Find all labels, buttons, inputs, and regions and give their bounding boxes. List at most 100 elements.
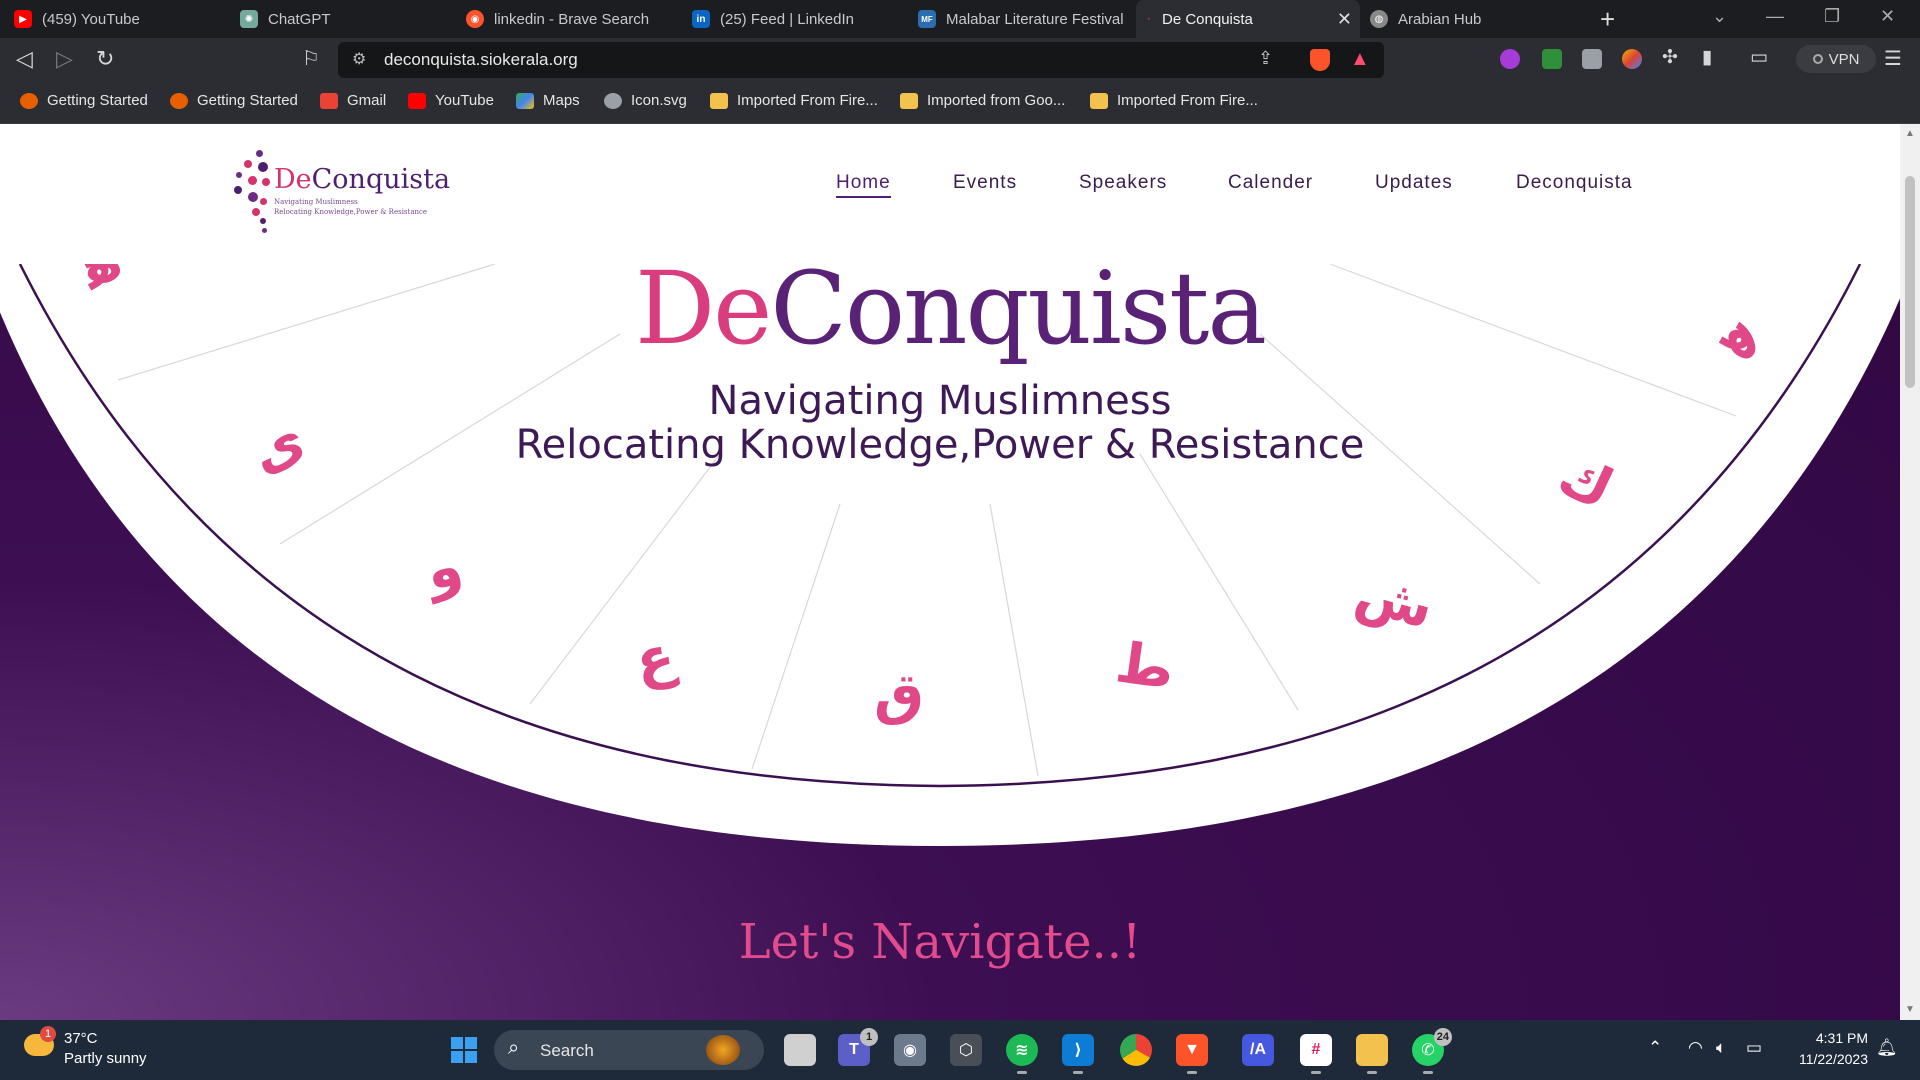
teams-icon[interactable]: T1 xyxy=(838,1028,878,1066)
hero-title: DeConquista xyxy=(0,250,1900,367)
sidebar-icon[interactable]: ▮ xyxy=(1702,46,1712,69)
site-logo[interactable]: DeConquista Navigating Muslimness Reloca… xyxy=(230,150,450,240)
forward-button[interactable]: ▷ xyxy=(56,46,73,72)
logo-rest: Conquista xyxy=(311,164,451,195)
tab-list-chevron-icon[interactable]: ⌄ xyxy=(1712,6,1727,27)
search-highlight-icon xyxy=(706,1035,740,1065)
file-explorer-icon[interactable] xyxy=(1356,1034,1388,1074)
taskbar-search[interactable]: ⌕ Search xyxy=(494,1030,764,1070)
weather-temp: 37°C xyxy=(64,1030,98,1047)
site-settings-icon[interactable]: ⚙ xyxy=(352,49,366,69)
notification-badge: 1 xyxy=(860,1028,878,1046)
tab-malabar[interactable]: MF Malabar Literature Festival xyxy=(918,0,1128,38)
tab-youtube[interactable]: ▶ (459) YouTube xyxy=(14,0,234,38)
logo-dot xyxy=(234,186,242,194)
nav-home[interactable]: Home xyxy=(836,172,891,198)
clock-date[interactable]: 11/22/2023 xyxy=(1799,1051,1868,1067)
logo-dot xyxy=(244,160,252,168)
whatsapp-icon[interactable]: ✆ 24 xyxy=(1412,1028,1452,1074)
bookmark-maps[interactable]: Maps xyxy=(516,92,580,109)
nav-speakers[interactable]: Speakers xyxy=(1079,172,1167,194)
extension-icon[interactable] xyxy=(1500,49,1520,69)
nav-events[interactable]: Events xyxy=(953,172,1017,194)
start-button[interactable] xyxy=(448,1034,480,1066)
logo-subtitle: Relocating Knowledge,Power & Resistance xyxy=(274,208,428,216)
hero-title-rest: Conquista xyxy=(770,250,1267,367)
bookmark-gmail[interactable]: Gmail xyxy=(320,92,386,109)
nav-calender[interactable]: Calender xyxy=(1228,172,1313,194)
address-bar[interactable]: ⚙ deconquista.siokerala.org ⇪ ▲ xyxy=(338,42,1384,78)
share-icon[interactable]: ⇪ xyxy=(1258,48,1273,69)
logo-dot xyxy=(260,218,266,224)
tab-deconquista[interactable]: · De Conquista ✕ xyxy=(1136,0,1360,38)
hero-tagline: Relocating Knowledge,Power & Resistance xyxy=(515,422,1365,468)
bookmark-label: Imported From Fire... xyxy=(737,92,878,109)
nav-updates[interactable]: Updates xyxy=(1375,172,1453,194)
bookmark-icon[interactable]: ⚐ xyxy=(302,46,320,71)
bookmark-getting-started[interactable]: Getting Started xyxy=(20,92,148,109)
puzzle-icon[interactable]: ✣ xyxy=(1662,46,1678,69)
scroll-thumb[interactable] xyxy=(1905,176,1915,388)
camera-icon[interactable]: ◉ xyxy=(894,1034,926,1066)
scroll-up-icon[interactable]: ▲ xyxy=(1905,128,1915,139)
spotify-icon[interactable]: ≋ xyxy=(1006,1034,1038,1074)
task-view-icon[interactable] xyxy=(784,1034,816,1066)
slack-icon[interactable]: # xyxy=(1300,1034,1332,1074)
bookmark-folder[interactable]: Imported From Fire... xyxy=(710,92,878,109)
notification-bell-icon[interactable]: 🔔︎ xyxy=(1876,1038,1898,1058)
vscode-icon[interactable]: ⟩ xyxy=(1062,1034,1094,1074)
color-extension-icon[interactable] xyxy=(1622,49,1642,69)
logo-subtitle: Navigating Muslimness xyxy=(274,198,358,206)
brave-rewards-icon[interactable]: ▲ xyxy=(1350,48,1370,71)
notification-badge: 24 xyxy=(1433,1028,1452,1046)
close-window-button[interactable]: ✕ xyxy=(1880,6,1895,27)
bookmark-folder[interactable]: Imported from Goo... xyxy=(900,92,1065,109)
brave-search-icon: ◉ xyxy=(466,10,484,28)
page-scrollbar[interactable]: ▲ ▼ xyxy=(1900,124,1920,1020)
firefox-icon xyxy=(20,92,38,109)
close-tab-icon[interactable]: ✕ xyxy=(1337,9,1352,30)
tab-arabian-hub[interactable]: ◍ Arabian Hub xyxy=(1370,0,1570,38)
bookmark-youtube[interactable]: YouTube xyxy=(408,92,494,109)
logo-dot xyxy=(248,192,258,202)
minimize-button[interactable]: — xyxy=(1766,6,1784,27)
restore-button[interactable]: ❐ xyxy=(1824,6,1840,27)
volume-icon[interactable]: 🔈︎ xyxy=(1716,1038,1726,1058)
reload-button[interactable]: ↻ xyxy=(96,46,114,72)
clock-time[interactable]: 4:31 PM xyxy=(1816,1030,1868,1046)
tab-brave-search[interactable]: ◉ linkedin - Brave Search xyxy=(466,0,686,38)
tab-title: Malabar Literature Festival xyxy=(946,10,1124,28)
back-button[interactable]: ◁ xyxy=(16,46,33,72)
folder-icon xyxy=(1090,92,1108,109)
show-hidden-icons-chevron-icon[interactable]: ⌃ xyxy=(1648,1038,1662,1058)
new-tab-button[interactable]: + xyxy=(1600,4,1615,35)
battery-icon[interactable]: ▭ xyxy=(1746,1038,1762,1058)
youtube-icon xyxy=(408,92,426,109)
brave-icon[interactable]: ▼ xyxy=(1176,1034,1208,1074)
bookmark-label: Maps xyxy=(543,92,580,109)
camera-extension-icon[interactable] xyxy=(1582,49,1602,69)
bookmark-icon-svg[interactable]: Icon.svg xyxy=(604,92,687,109)
chrome-icon[interactable] xyxy=(1120,1034,1152,1066)
menu-icon[interactable]: ☰ xyxy=(1884,46,1902,71)
logo-dot xyxy=(260,198,267,205)
tab-bar: ▶ (459) YouTube ✺ ChatGPT ◉ linkedin - B… xyxy=(0,0,1920,38)
scroll-down-icon[interactable]: ▼ xyxy=(1905,1004,1915,1015)
brave-shields-icon[interactable] xyxy=(1310,49,1330,71)
url-text[interactable]: deconquista.siokerala.org xyxy=(384,50,578,70)
tab-chatgpt[interactable]: ✺ ChatGPT xyxy=(240,0,460,38)
running-indicator xyxy=(1017,1071,1027,1074)
wallet-icon[interactable]: ▭ xyxy=(1750,46,1768,69)
vpn-button[interactable]: VPN xyxy=(1796,45,1876,73)
app-icon[interactable]: /A xyxy=(1242,1034,1274,1066)
wifi-icon[interactable]: ◠ xyxy=(1688,1038,1703,1058)
folder-icon xyxy=(900,92,918,109)
bookmark-folder[interactable]: Imported From Fire... xyxy=(1090,92,1258,109)
logo-dot xyxy=(236,172,242,178)
nav-deconquista[interactable]: Deconquista xyxy=(1516,172,1633,194)
tab-linkedin[interactable]: in (25) Feed | LinkedIn xyxy=(692,0,912,38)
app-icon[interactable]: ⬡ xyxy=(950,1034,982,1066)
running-indicator xyxy=(1423,1071,1433,1074)
bookmark-getting-started[interactable]: Getting Started xyxy=(170,92,298,109)
extension-icon[interactable] xyxy=(1542,49,1562,69)
